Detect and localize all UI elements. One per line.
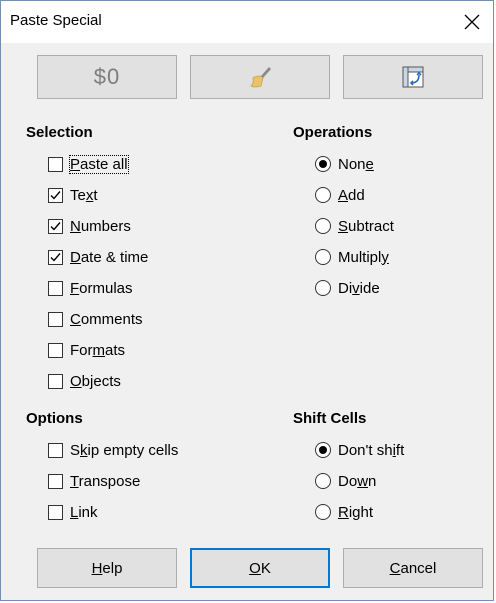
skip-empty-cells-checkbox[interactable]: Skip empty cells xyxy=(48,439,178,461)
option-label: Formats xyxy=(70,341,126,359)
button-label: Help xyxy=(91,559,123,577)
checkbox-box xyxy=(48,442,63,458)
shift-right-radio[interactable]: Right xyxy=(315,501,373,523)
checkbox-box xyxy=(48,504,63,520)
radio-circle xyxy=(315,504,331,520)
date-time-checkbox[interactable]: Date & time xyxy=(48,246,148,268)
cancel-button[interactable]: Cancel xyxy=(343,548,483,588)
checkmark-icon xyxy=(50,190,61,200)
checkbox-box xyxy=(48,311,63,327)
option-label: Comments xyxy=(70,310,143,328)
checkbox-box xyxy=(48,218,63,234)
transpose-icon xyxy=(402,66,424,88)
checkbox-box xyxy=(48,187,63,203)
button-label: OK xyxy=(249,559,271,577)
option-label: Formulas xyxy=(70,279,133,297)
checkbox-box xyxy=(48,249,63,265)
paintbrush-icon xyxy=(250,67,271,88)
option-label: Transpose xyxy=(70,472,141,490)
option-label: Numbers xyxy=(70,217,131,235)
ok-button[interactable]: OK xyxy=(190,548,330,588)
paste-all-checkbox[interactable]: Paste all xyxy=(48,153,129,175)
operation-subtract-radio[interactable]: Subtract xyxy=(315,215,394,237)
checkbox-box xyxy=(48,373,63,389)
numbers-checkbox[interactable]: Numbers xyxy=(48,215,131,237)
comments-checkbox[interactable]: Comments xyxy=(48,308,143,330)
checkbox-box xyxy=(48,280,63,296)
text-checkbox[interactable]: Text xyxy=(48,184,98,206)
operation-multiply-radio[interactable]: Multiply xyxy=(315,246,389,268)
option-label: Paste all xyxy=(69,154,129,174)
checkbox-box xyxy=(48,473,63,489)
operation-divide-radio[interactable]: Divide xyxy=(315,277,380,299)
title-bar: Paste Special xyxy=(1,1,493,43)
dialog-title: Paste Special xyxy=(10,12,102,29)
link-checkbox[interactable]: Link xyxy=(48,501,98,523)
radio-circle xyxy=(315,249,331,265)
option-label: None xyxy=(338,155,374,173)
checkbox-box xyxy=(48,342,63,358)
option-label: Right xyxy=(338,503,374,521)
close-button[interactable] xyxy=(451,1,493,43)
option-label: Multiply xyxy=(338,248,389,266)
help-button[interactable]: Help xyxy=(37,548,177,588)
checkbox-box xyxy=(48,156,63,172)
radio-selected-dot xyxy=(319,160,327,168)
option-label: Down xyxy=(338,472,377,490)
transpose-all-button[interactable] xyxy=(343,55,483,99)
button-label: Cancel xyxy=(389,559,437,577)
option-label: Objects xyxy=(70,372,121,390)
formats-checkbox[interactable]: Formats xyxy=(48,339,125,361)
shift-cells-heading: Shift Cells xyxy=(293,410,367,427)
dont-shift-radio[interactable]: Don't shift xyxy=(315,439,404,461)
option-label: Add xyxy=(338,186,365,204)
radio-circle xyxy=(315,442,331,458)
options-heading: Options xyxy=(26,410,83,427)
option-label: Skip empty cells xyxy=(70,441,179,459)
checkmark-icon xyxy=(50,221,61,231)
objects-checkbox[interactable]: Objects xyxy=(48,370,121,392)
values-only-icon: $0 xyxy=(93,64,121,89)
option-label: Link xyxy=(70,503,98,521)
radio-circle xyxy=(315,280,331,296)
option-label: Subtract xyxy=(338,217,394,235)
selection-heading: Selection xyxy=(26,124,93,141)
radio-circle xyxy=(315,156,331,172)
operation-add-radio[interactable]: Add xyxy=(315,184,365,206)
radio-selected-dot xyxy=(319,446,327,454)
values-only-button[interactable]: $0 xyxy=(37,55,177,99)
formats-only-button[interactable] xyxy=(190,55,330,99)
shift-down-radio[interactable]: Down xyxy=(315,470,376,492)
checkmark-icon xyxy=(50,252,61,262)
transpose-checkbox[interactable]: Transpose xyxy=(48,470,140,492)
operations-heading: Operations xyxy=(293,124,373,141)
option-label: Divide xyxy=(338,279,380,297)
option-label: Text xyxy=(70,186,98,204)
operation-none-radio[interactable]: None xyxy=(315,153,374,175)
radio-circle xyxy=(315,473,331,489)
option-label: Don't shift xyxy=(338,441,405,459)
paste-special-dialog: Paste Special $0 Selection Paste all Tex… xyxy=(0,0,494,601)
close-icon xyxy=(464,14,480,30)
radio-circle xyxy=(315,187,331,203)
formulas-checkbox[interactable]: Formulas xyxy=(48,277,133,299)
option-label: Date & time xyxy=(70,248,149,266)
radio-circle xyxy=(315,218,331,234)
